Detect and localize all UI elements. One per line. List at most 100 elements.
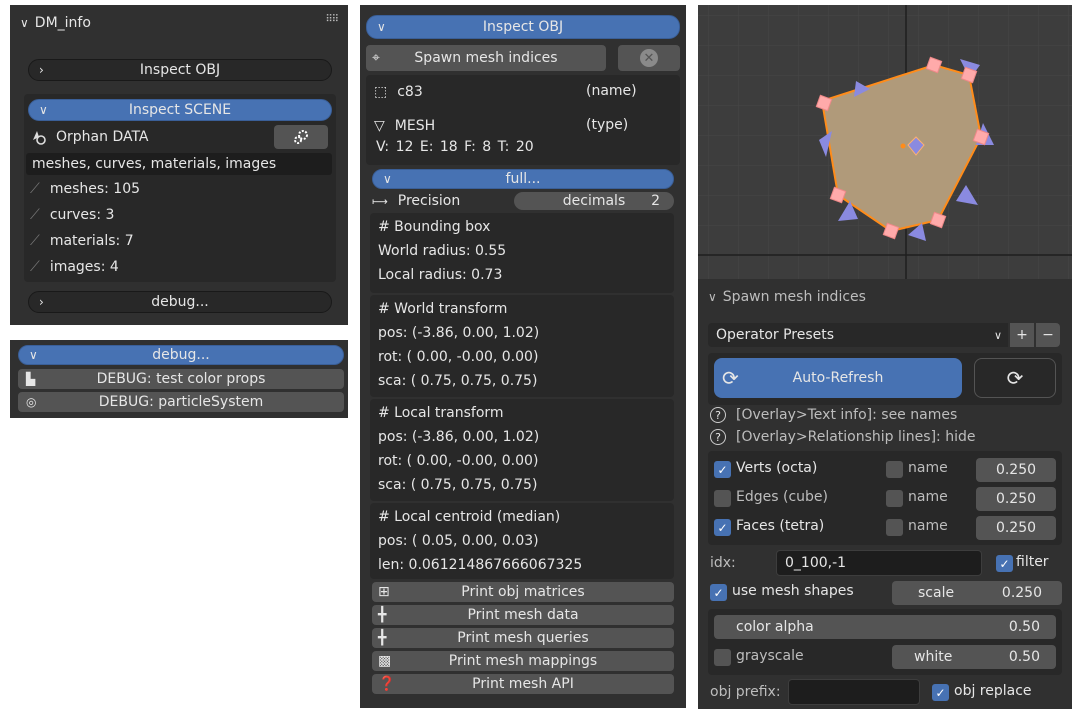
color-alpha-field[interactable]: color alpha 0.50: [714, 615, 1056, 639]
gears-icon: [294, 130, 308, 144]
inspect-scene-fold[interactable]: ∨ Inspect SCENE: [28, 99, 332, 121]
viewport-3d[interactable]: [698, 5, 1072, 279]
chevron-down-icon: ∨: [20, 16, 29, 30]
orphan-data-icon: [30, 128, 48, 146]
clear-button[interactable]: ✕: [618, 45, 680, 71]
print-mesh-mappings-button[interactable]: ▩ Print mesh mappings: [372, 651, 674, 671]
panel-header[interactable]: ∨ DM_info: [20, 15, 91, 31]
count-label: meshes: 105: [49, 181, 141, 197]
button-label: Print obj matrices: [461, 584, 585, 600]
decimals-field[interactable]: decimals 2: [514, 192, 674, 210]
object-name: c83: [397, 84, 423, 100]
info-row: ? [Overlay>Text info]: see names: [710, 405, 957, 425]
count-label: curves: 3: [49, 207, 115, 223]
name-label: name: [908, 489, 948, 505]
particle-icon: ◎: [26, 395, 37, 409]
auto-refresh-button[interactable]: ⟳ Auto-Refresh: [714, 358, 962, 398]
spawn-mesh-indices-button[interactable]: ⌖ Spawn mesh indices: [366, 45, 606, 71]
grid-icon: ╋: [378, 607, 387, 623]
verts-size-field[interactable]: 0.250: [976, 458, 1056, 482]
remove-preset-button[interactable]: −: [1036, 323, 1060, 347]
debug-fold[interactable]: › debug...: [28, 291, 332, 313]
edges-size-field[interactable]: 0.250: [976, 487, 1056, 511]
edges-label: Edges (cube): [736, 489, 828, 505]
verts-name-checkbox[interactable]: [886, 461, 903, 478]
info-row: ? [Overlay>Relationship lines]: hide: [710, 427, 975, 447]
idx-input[interactable]: 0_100,-1: [776, 550, 982, 576]
orphan-label: Orphan DATA: [56, 129, 149, 145]
name-label: name: [908, 460, 948, 476]
world-radius: World radius: 0.55: [378, 243, 507, 259]
centroid-len: len: 0.061214867666067325: [378, 557, 583, 573]
check-icon: ✓: [713, 585, 724, 600]
refresh-button[interactable]: ⟳: [974, 358, 1056, 398]
types-field[interactable]: meshes, curves, materials, images: [26, 153, 332, 175]
button-label: Auto-Refresh: [792, 370, 884, 386]
centroid-pos: pos: ( 0.05, 0.00, 0.03): [378, 533, 539, 549]
refresh-icon: ⟳: [722, 366, 739, 390]
fold-label: debug...: [152, 347, 210, 363]
count-label: materials: 7: [49, 233, 134, 249]
dm-info-panel: ∨ DM_info ⠿⠿ › Inspect OBJ ∨ Inspect SCE…: [10, 5, 348, 325]
add-preset-button[interactable]: +: [1010, 323, 1034, 347]
check-icon: ✓: [935, 685, 946, 700]
print-obj-matrices-button[interactable]: ⊞ Print obj matrices: [372, 582, 674, 602]
world-pos: pos: (-3.86, 0.00, 1.02): [378, 325, 540, 341]
obj-prefix-input[interactable]: [788, 679, 920, 705]
scale-field[interactable]: scale 0.250: [892, 581, 1062, 605]
verts-label: Verts (octa): [736, 460, 818, 476]
verts-checkbox[interactable]: ✓: [714, 461, 731, 478]
operator-presets-dropdown[interactable]: Operator Presets ∨: [708, 323, 1008, 347]
print-mesh-api-button[interactable]: ❓ Print mesh API: [372, 674, 674, 694]
button-label: Spawn mesh indices: [414, 50, 558, 66]
check-icon: ✓: [999, 556, 1010, 571]
button-label: Print mesh data: [467, 607, 579, 623]
button-label: DEBUG: particleSystem: [98, 394, 264, 410]
debug-header-fold[interactable]: ∨ debug...: [18, 345, 344, 365]
world-heading: # World transform: [378, 301, 508, 317]
precision-row: ⟼ Precision: [372, 191, 460, 211]
grayscale-checkbox[interactable]: [714, 649, 731, 666]
grayscale-label: grayscale: [736, 648, 804, 664]
scale-value: 0.250: [1001, 585, 1042, 601]
local-radius: Local radius: 0.73: [378, 267, 503, 283]
white-value: 0.50: [1008, 649, 1040, 665]
local-heading: # Local transform: [378, 405, 504, 421]
print-mesh-data-button[interactable]: ╋ Print mesh data: [372, 605, 674, 625]
filter-checkbox[interactable]: ✓: [996, 555, 1013, 572]
faces-checkbox[interactable]: ✓: [714, 519, 731, 536]
inspect-obj-fold[interactable]: › Inspect OBJ: [28, 59, 332, 81]
use-shapes-checkbox[interactable]: ✓: [710, 584, 727, 601]
orphan-row: Orphan DATA: [30, 125, 149, 149]
inspect-obj-header[interactable]: ∨ Inspect OBJ: [366, 15, 680, 39]
faces-name-checkbox[interactable]: [886, 519, 903, 536]
white-field[interactable]: white 0.50: [892, 645, 1056, 669]
chevron-down-icon: ∨: [708, 290, 717, 304]
edges-checkbox[interactable]: [714, 490, 731, 507]
check-icon: ✓: [717, 462, 728, 477]
print-mesh-queries-button[interactable]: ╋ Print mesh queries: [372, 628, 674, 648]
object-icon: ⬚: [374, 84, 388, 100]
debug-particle-button[interactable]: ◎ DEBUG: particleSystem: [18, 392, 344, 412]
drag-handle-icon[interactable]: ⠿⠿: [325, 14, 339, 25]
fold-label: full...: [505, 171, 541, 187]
fold-label: Inspect SCENE: [128, 102, 232, 118]
presets-label: Operator Presets: [716, 327, 835, 343]
type-tag: (type): [586, 117, 629, 133]
minus-icon: −: [1042, 327, 1054, 343]
obj-replace-checkbox[interactable]: ✓: [932, 684, 949, 701]
world-rot: rot: ( 0.00, -0.00, 0.00): [378, 349, 539, 365]
faces-size-field[interactable]: 0.250: [976, 516, 1056, 540]
button-label: Print mesh mappings: [448, 653, 598, 669]
unlinked-icon: ⟋: [30, 259, 40, 275]
debug-color-props-button[interactable]: ▙ DEBUG: test color props: [18, 369, 344, 389]
orphan-action-button[interactable]: [274, 125, 328, 149]
full-fold[interactable]: ∨ full...: [372, 169, 674, 189]
panel-title: DM_info: [34, 15, 91, 31]
types-text: meshes, curves, materials, images: [32, 156, 277, 172]
refresh-icon: ⟳: [1006, 366, 1024, 390]
unlinked-icon: ⟋: [30, 207, 40, 223]
edges-name-checkbox[interactable]: [886, 490, 903, 507]
spawn-panel-header[interactable]: ∨ Spawn mesh indices: [708, 289, 866, 305]
value: 0.250: [995, 520, 1037, 536]
